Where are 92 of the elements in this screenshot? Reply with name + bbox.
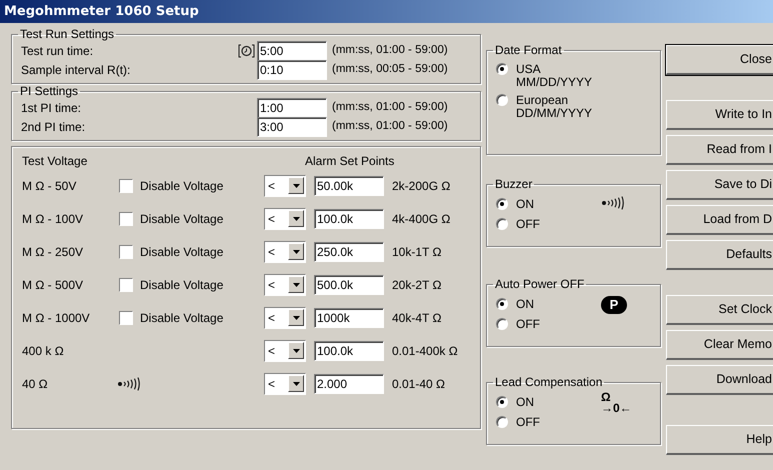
group-label: PI Settings	[19, 84, 80, 98]
radio-button[interactable]	[496, 63, 508, 75]
range-text: 4k-400G Ω	[392, 210, 450, 228]
range-text: 10k-1T Ω	[392, 244, 442, 260]
alarm-field[interactable]: 50.00k	[314, 176, 384, 196]
range-label: 400 k Ω	[22, 342, 65, 360]
range-label: M Ω - 500V	[22, 276, 84, 294]
checkbox-label: Disable Voltage	[140, 310, 224, 326]
alarm-field[interactable]: 500.0k	[314, 274, 384, 294]
radio-button[interactable]	[496, 198, 508, 210]
range-label: M Ω - 100V	[22, 210, 84, 228]
time-field[interactable]: 3:00	[257, 116, 327, 136]
radio-label: OFF	[516, 316, 540, 333]
alarm-field[interactable]: 250.0k	[314, 242, 384, 262]
range-hint: (mm:ss, 01:00 - 59:00)	[332, 118, 448, 134]
operator-dropdown[interactable]: <	[264, 174, 306, 196]
operator-dropdown[interactable]: <	[264, 306, 306, 328]
operator-dropdown[interactable]: <	[264, 340, 306, 362]
range-text: 0.01-400k Ω	[392, 342, 458, 360]
group-label: Buzzer	[494, 177, 534, 191]
alarm-field[interactable]: 100.0k	[314, 340, 384, 360]
checkbox-label: Disable Voltage	[140, 276, 224, 294]
operator-dropdown[interactable]: <	[264, 240, 306, 262]
radio-label: OFF	[516, 414, 540, 431]
range-hint: (mm:ss, 01:00 - 59:00)	[332, 100, 448, 115]
window-title: Megohmmeter 1060 Setup	[4, 2, 199, 21]
checkbox-label: Disable Voltage	[140, 244, 224, 260]
operator-dropdown[interactable]: <	[264, 274, 306, 296]
range-text: 2k-200G Ω	[392, 178, 450, 194]
alarm-field[interactable]: 1000k	[314, 308, 384, 328]
operator-dropdown[interactable]: <	[264, 372, 306, 394]
clock-icon	[238, 44, 255, 58]
range-label: M Ω - 250V	[22, 244, 84, 260]
range-text: 20k-2T Ω	[392, 276, 442, 294]
radio-button[interactable]	[496, 396, 508, 408]
dialog-button[interactable]: Download	[666, 365, 773, 395]
dialog-button[interactable]: Write to In	[666, 100, 773, 130]
checkbox-label: Disable Voltage	[140, 178, 224, 194]
power-icon: P	[601, 296, 627, 314]
dialog-button[interactable]: Read from I	[666, 135, 773, 165]
radio-label: ON	[516, 296, 534, 313]
dialog-button[interactable]: Set Clock	[666, 295, 773, 325]
time-field[interactable]: 5:00	[257, 40, 327, 60]
field-label: 2nd PI time:	[21, 118, 86, 136]
range-text: 0.01-40 Ω	[392, 376, 446, 392]
checkbox[interactable]	[119, 212, 133, 226]
field-label: Test run time:	[21, 42, 94, 60]
dialog-button[interactable]: Close	[666, 45, 773, 75]
range-hint: (mm:ss, 00:05 - 59:00)	[332, 62, 448, 77]
dialog-button[interactable]: Help	[666, 425, 773, 455]
checkbox-label: Disable Voltage	[140, 210, 224, 228]
operator-dropdown[interactable]: <	[264, 208, 306, 230]
radio-label: ON	[516, 394, 534, 411]
dialog-button[interactable]: Defaults	[666, 240, 773, 270]
radio-button[interactable]	[496, 416, 508, 428]
alarm-field[interactable]: 100.0k	[314, 208, 384, 228]
radio-label: USA	[516, 61, 541, 77]
group-label: Test Run Settings	[19, 27, 116, 41]
date-pattern: MM/DD/YYYY	[516, 75, 594, 90]
checkbox[interactable]	[119, 310, 133, 324]
column-heading: Test Voltage	[22, 152, 88, 170]
group-label: Auto Power OFF	[494, 277, 586, 291]
radio-label: ON	[516, 196, 534, 213]
dialog-button[interactable]: Clear Memo	[666, 330, 773, 360]
alarm-field[interactable]: 2.000	[314, 374, 384, 394]
dialog-button[interactable]: Load from D	[666, 205, 773, 235]
radio-button[interactable]	[496, 298, 508, 310]
radio-label: OFF	[516, 216, 540, 233]
radio-label: European	[516, 92, 568, 108]
column-heading: Alarm Set Points	[305, 152, 394, 170]
date-pattern: DD/MM/YYYY	[516, 106, 594, 121]
range-hint: (mm:ss, 01:00 - 59:00)	[332, 42, 448, 58]
field-label: 1st PI time:	[21, 100, 82, 116]
radio-button[interactable]	[496, 94, 508, 106]
range-text: 40k-4T Ω	[392, 310, 442, 326]
checkbox[interactable]	[119, 244, 133, 258]
time-field[interactable]: 0:10	[257, 60, 327, 80]
radio-button[interactable]	[496, 318, 508, 330]
dialog-button[interactable]: Save to Di	[666, 170, 773, 200]
buzzer-icon	[601, 196, 627, 210]
checkbox[interactable]	[119, 278, 133, 292]
range-label: 40 Ω	[22, 376, 49, 392]
buzzer-icon	[117, 376, 143, 390]
range-label: M Ω - 50V	[22, 178, 78, 194]
group-label: Date Format	[494, 43, 563, 57]
radio-button[interactable]	[496, 218, 508, 230]
time-field[interactable]: 1:00	[257, 98, 327, 118]
checkbox[interactable]	[119, 178, 133, 192]
group-label: Lead Compensation	[494, 375, 604, 389]
field-label: Sample interval R(t):	[21, 62, 132, 78]
lead-compensation-icon: Ω →0←	[601, 392, 632, 414]
range-label: M Ω - 1000V	[22, 310, 91, 326]
